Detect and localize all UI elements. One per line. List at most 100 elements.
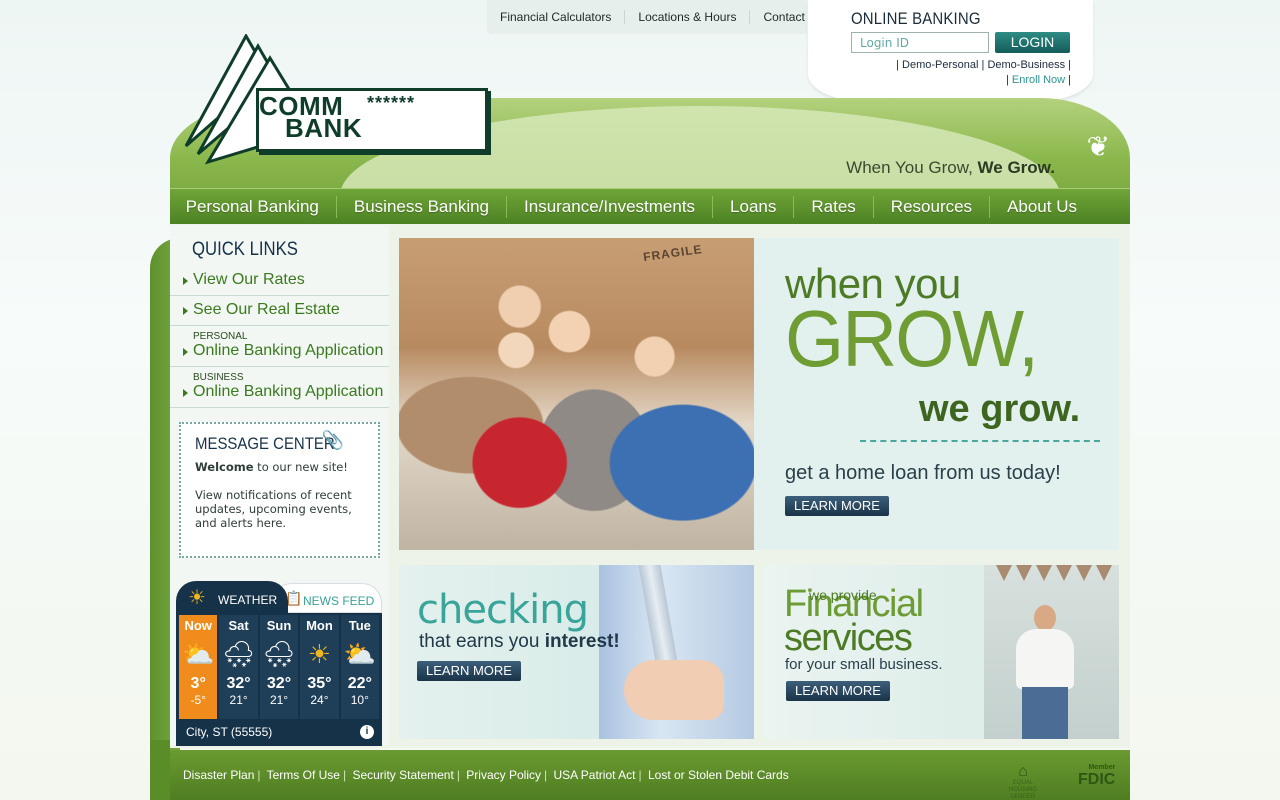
financial-learn-more-button[interactable]: LEARN MORE xyxy=(786,681,890,701)
quick-link-view-rates[interactable]: View Our Rates xyxy=(170,266,389,296)
quick-link-prefix: BUSINESS xyxy=(193,372,244,383)
demo-business-link[interactable]: Demo-Business xyxy=(987,59,1065,71)
arrow-right-icon xyxy=(183,307,188,315)
online-banking-links: | Demo-Personal | Demo-Business | | Enro… xyxy=(896,59,1071,86)
forecast-day-name: Now xyxy=(184,618,212,633)
forecast-low: 21° xyxy=(269,693,289,707)
welcome-rest: to our new site! xyxy=(253,460,348,474)
footer-link-lost-stolen-cards[interactable]: Lost or Stolen Debit Cards xyxy=(648,768,789,782)
nav-insurance-investments[interactable]: Insurance/Investments xyxy=(507,195,714,218)
checking-promo[interactable]: checking that earns you interest! LEARN … xyxy=(399,565,754,739)
forecast-low: -5° xyxy=(190,693,206,707)
checking-subhead: that earns you interest! xyxy=(419,631,620,653)
financial-services-promo[interactable]: Financial services we provide for your s… xyxy=(764,565,1119,739)
forecast-low: 10° xyxy=(350,693,369,707)
forecast-day: Tue ⛅ 22° 10° xyxy=(340,615,380,719)
partly-cloudy-icon: ⛅ xyxy=(182,639,215,669)
equal-housing-lender-text: EQUAL HOUSING LENDER xyxy=(1008,780,1037,800)
pennant-decoration xyxy=(1036,565,1052,581)
footer-edge xyxy=(150,740,170,800)
grow-line-grow: GROW, xyxy=(785,294,1039,383)
info-icon[interactable]: i xyxy=(360,725,374,739)
pennant-decoration xyxy=(1076,565,1092,581)
logo-wordmark: COMM ****** BANK xyxy=(256,88,488,152)
checking-subhead-bold: interest! xyxy=(544,631,620,652)
nav-resources[interactable]: Resources xyxy=(874,195,991,218)
footer-link-terms-of-use[interactable]: Terms Of Use xyxy=(267,768,340,782)
forecast-day: Now ⛅ 3° -5° xyxy=(179,615,218,719)
checking-learn-more-button[interactable]: LEARN MORE xyxy=(417,661,521,681)
quick-link-label: See Our Real Estate xyxy=(193,301,340,318)
util-link-locations-hours[interactable]: Locations & Hours xyxy=(625,10,751,24)
footer-link-privacy-policy[interactable]: Privacy Policy xyxy=(466,768,541,782)
tagline: When You Grow, We Grow. xyxy=(846,158,1055,178)
bank-logo[interactable]: COMM ****** BANK xyxy=(184,34,490,166)
checking-headline: checking xyxy=(417,587,589,633)
quick-link-label: Online Banking Application xyxy=(193,383,384,400)
footer-link-usa-patriot-act[interactable]: USA Patriot Act xyxy=(553,768,635,782)
footer-link-security-statement[interactable]: Security Statement xyxy=(352,768,453,782)
forecast-day: Sun 🌨 32° 21° xyxy=(259,615,299,719)
forecast-low: 24° xyxy=(310,693,329,707)
online-banking-panel: ONLINE BANKING LOGIN | Demo-Personal | D… xyxy=(808,0,1093,102)
message-center-body: Welcome to our new site! View notificati… xyxy=(195,460,364,530)
equal-housing-lender-logo: ⌂ EQUAL HOUSING LENDER xyxy=(1008,763,1038,800)
enroll-now-link[interactable]: Enroll Now xyxy=(1012,74,1065,86)
pennant-decoration xyxy=(996,565,1012,581)
quick-link-business-application[interactable]: BUSINESS Online Banking Application xyxy=(170,367,389,408)
snow-cloud-icon: 🌨 xyxy=(262,639,296,669)
forecast-high: 35° xyxy=(307,675,332,692)
tab-news-feed-label: NEWS FEED xyxy=(303,594,375,608)
paperclip-icon: 📎 xyxy=(321,430,344,450)
financial-headline-line2: services xyxy=(784,617,913,659)
partly-cloudy-icon: ⛅ xyxy=(343,639,377,669)
footer-link-disaster-plan[interactable]: Disaster Plan xyxy=(183,768,254,782)
util-link-financial-calculators[interactable]: Financial Calculators xyxy=(487,10,626,24)
quick-link-real-estate[interactable]: See Our Real Estate xyxy=(170,296,389,326)
shopkeeper-jeans xyxy=(1022,687,1068,739)
house-icon: ⌂ xyxy=(1018,763,1028,780)
weather-widget: 📋 NEWS FEED ☀ WEATHER Now ⛅ 3° -5° Sat 🌨… xyxy=(176,581,382,746)
checking-subhead-pre: that earns you xyxy=(419,631,545,652)
financial-subhead: for your small business. xyxy=(785,656,943,673)
forecast-day-name: Mon xyxy=(306,618,333,633)
shopkeeper-shirt xyxy=(1016,629,1074,689)
left-column: QUICK LINKS View Our Rates See Our Real … xyxy=(170,225,389,746)
leaf-icon: ❦ xyxy=(1086,131,1110,162)
arrow-right-icon xyxy=(183,348,188,356)
fragile-box-label: FRAGILE xyxy=(642,241,704,265)
financial-prefix: we provide xyxy=(809,587,877,603)
nav-loans[interactable]: Loans xyxy=(713,195,795,218)
forecast-day: Mon ☀ 35° 24° xyxy=(300,615,339,719)
tab-news-feed[interactable]: 📋 NEWS FEED xyxy=(272,583,382,613)
fdic-text: FDIC xyxy=(1078,771,1116,788)
arrow-right-icon xyxy=(183,277,188,285)
weather-location: City, ST (55555) i xyxy=(176,719,382,746)
tab-weather[interactable]: ☀ WEATHER xyxy=(176,581,288,613)
tagline-part1: When You Grow, xyxy=(846,158,973,177)
welcome-bold: Welcome xyxy=(195,460,254,474)
message-center: MESSAGE CENTER 📎 Welcome to our new site… xyxy=(179,422,380,558)
quick-link-personal-application[interactable]: PERSONAL Online Banking Application xyxy=(170,326,389,367)
weather-location-text: City, ST (55555) xyxy=(186,725,273,739)
weather-tabs: 📋 NEWS FEED ☀ WEATHER xyxy=(176,581,382,613)
fdic-logo: Member FDIC xyxy=(1078,764,1115,788)
login-button[interactable]: LOGIN xyxy=(995,32,1070,53)
nav-about-us[interactable]: About Us xyxy=(990,196,1094,218)
quick-link-label: Online Banking Application xyxy=(193,342,384,359)
nav-rates[interactable]: Rates xyxy=(794,195,874,218)
forecast-high: 32° xyxy=(266,675,292,692)
nav-business-banking[interactable]: Business Banking xyxy=(337,195,508,218)
login-id-input[interactable] xyxy=(851,32,989,53)
logo-stars: ****** xyxy=(367,93,416,113)
main-nav: Personal Banking Business Banking Insura… xyxy=(170,188,1130,224)
sun-icon: ☀ xyxy=(307,639,332,669)
pennant-decoration xyxy=(1096,565,1112,581)
nav-personal-banking[interactable]: Personal Banking xyxy=(169,195,337,218)
divider xyxy=(860,440,1100,442)
demo-personal-link[interactable]: Demo-Personal xyxy=(902,59,978,71)
tagline-part2: We Grow. xyxy=(977,158,1055,177)
hero-learn-more-button[interactable]: LEARN MORE xyxy=(785,496,889,516)
forecast-high: 22° xyxy=(347,675,372,692)
utility-nav: Financial Calculators Locations & Hours … xyxy=(487,0,823,34)
